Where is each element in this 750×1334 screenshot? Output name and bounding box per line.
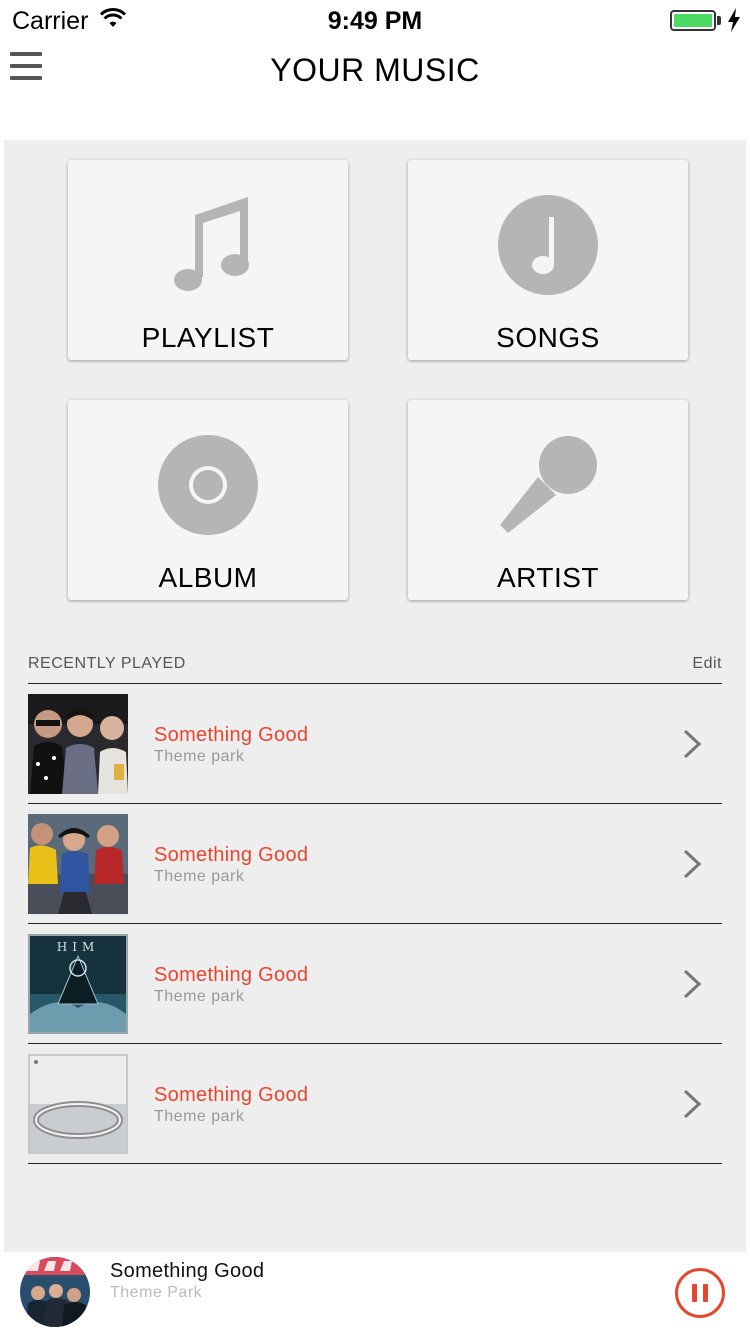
now-playing-album-art [20, 1257, 90, 1327]
disc-icon [158, 435, 258, 535]
svg-text:HIM: HIM [57, 940, 100, 954]
list-item[interactable]: Something Good Theme park [28, 804, 722, 924]
nav-bar: YOUR MUSIC [0, 40, 750, 140]
song-title: Something Good [154, 844, 309, 866]
now-playing-artist: Theme Park [110, 1284, 203, 1301]
battery-tip [717, 16, 721, 25]
section-title: RECENTLY PLAYED [28, 655, 186, 672]
now-playing-bar[interactable]: Something Good Theme Park [0, 1252, 750, 1334]
songs-card-label: SONGS [496, 322, 600, 353]
artist-name: Theme park [154, 988, 245, 1005]
charging-bolt-icon [728, 8, 740, 32]
chevron-right-icon [683, 849, 702, 879]
dark-light-album-art: HIM [28, 934, 128, 1034]
song-circle-icon [498, 195, 598, 295]
microphone-icon [500, 436, 597, 533]
status-bar: Carrier 9:49 PM [0, 0, 750, 40]
song-title: Something Good [154, 724, 309, 746]
battery-icon [670, 10, 716, 31]
pause-icon [692, 1284, 697, 1302]
artist-name: Theme park [154, 748, 245, 765]
album-card[interactable]: ALBUM [68, 400, 348, 600]
album-card-label: ALBUM [158, 562, 258, 593]
pause-icon [703, 1284, 708, 1302]
battery-level [674, 14, 712, 27]
list-item[interactable]: Something Good Theme park [28, 1044, 722, 1164]
now-playing-title: Something Good [110, 1260, 265, 1282]
chevron-right-icon [683, 729, 702, 759]
artist-name: Theme park [154, 868, 245, 885]
recently-played-header: RECENTLY PLAYED Edit [28, 654, 722, 684]
list-item[interactable]: HIM Something Good Theme park [28, 924, 722, 1044]
chevron-right-icon [683, 1089, 702, 1119]
list-item[interactable]: Something Good Theme park [28, 684, 722, 804]
page-title: YOUR MUSIC [270, 52, 480, 88]
artist-name: Theme park [154, 1108, 245, 1125]
songs-card[interactable]: SONGS [408, 160, 688, 360]
clock: 9:49 PM [327, 7, 423, 35]
artist-card[interactable]: ARTIST [408, 400, 688, 600]
song-title: Something Good [154, 964, 309, 986]
band-photo-album-art [28, 814, 128, 914]
artist-card-label: ARTIST [496, 562, 600, 593]
music-note-icon [174, 197, 249, 291]
song-title: Something Good [154, 1084, 309, 1106]
chevron-right-icon [683, 969, 702, 999]
recently-played-list: Something Good Theme park Something Good… [28, 684, 722, 1164]
pause-button[interactable] [675, 1268, 725, 1318]
ring-album-art [28, 1054, 128, 1154]
playlist-card[interactable]: PLAYLIST [68, 160, 348, 360]
library-content: PLAYLIST SONGS ALBUM ARTIST RECENTLY PLA… [4, 140, 746, 1252]
band-photo-album-art [28, 694, 128, 794]
edit-button[interactable]: Edit [692, 655, 722, 673]
playlist-card-label: PLAYLIST [141, 322, 275, 353]
